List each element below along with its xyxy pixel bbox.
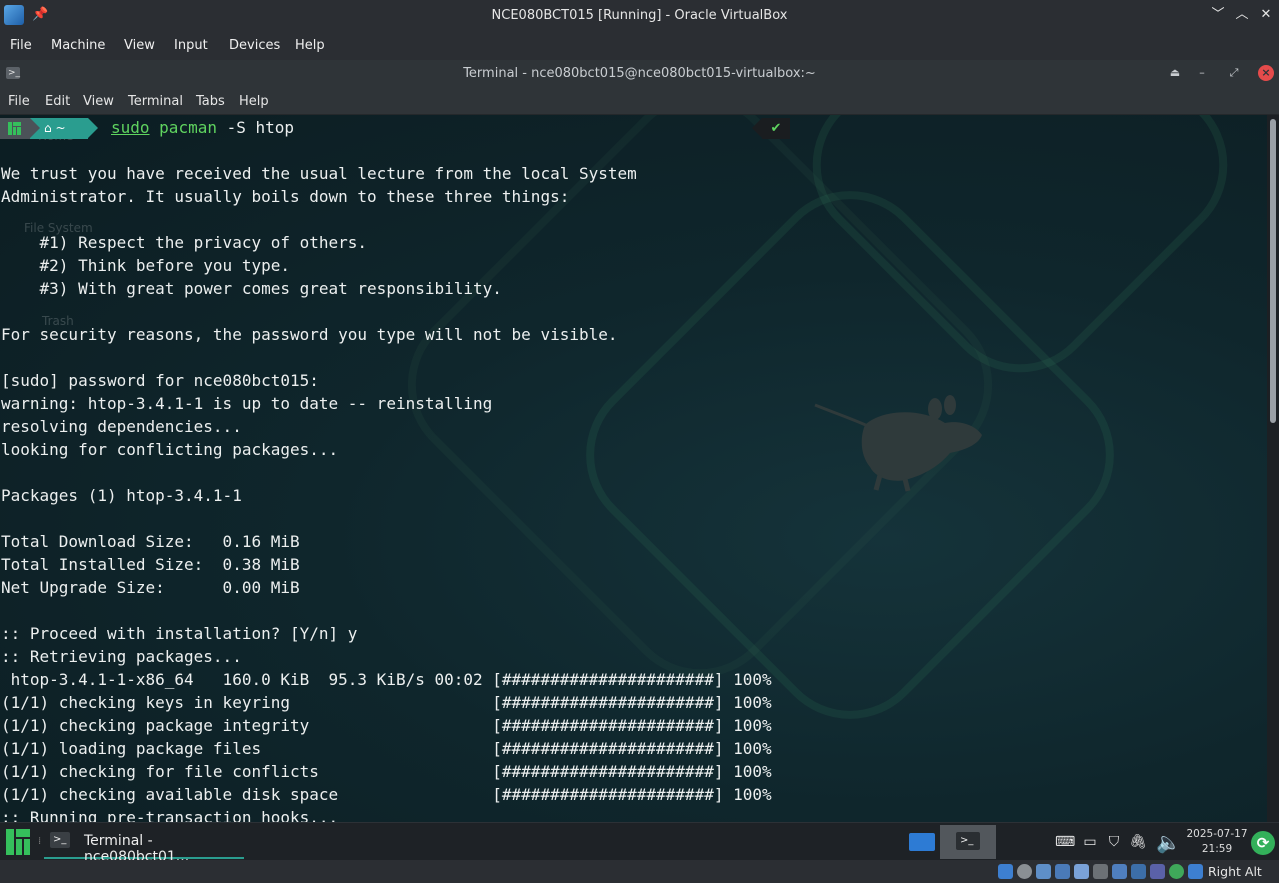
terminal-line: (1/1) loading package files [###########… bbox=[1, 739, 772, 758]
keyboard-capture-icon[interactable] bbox=[1188, 864, 1203, 879]
vbox-menu-view[interactable]: View bbox=[124, 38, 155, 53]
display-icon[interactable] bbox=[1112, 864, 1127, 879]
vbox-status-bar: Right Alt bbox=[0, 860, 1279, 883]
audio-icon[interactable] bbox=[1036, 864, 1051, 879]
vbox-menu-machine[interactable]: Machine bbox=[51, 38, 105, 53]
prompt-separator bbox=[30, 118, 40, 138]
clock-time: 21:59 bbox=[1201, 843, 1233, 855]
terminal-menu-help[interactable]: Help bbox=[239, 94, 269, 109]
terminal-menu-edit[interactable]: Edit bbox=[45, 94, 70, 109]
cpu-icon[interactable] bbox=[1150, 864, 1165, 879]
terminal-line: htop-3.4.1-1-x86_64 160.0 KiB 95.3 KiB/s… bbox=[1, 670, 772, 689]
taskbar-separator: ⁞ bbox=[38, 836, 42, 847]
mouse-integration-icon[interactable] bbox=[1169, 864, 1184, 879]
terminal-menu-terminal[interactable]: Terminal bbox=[128, 94, 183, 109]
vbox-menu-file[interactable]: File bbox=[10, 38, 32, 53]
terminal-menu-file[interactable]: File bbox=[8, 94, 30, 109]
command-args: -S htop bbox=[216, 118, 295, 137]
terminal-line: (1/1) checking keys in keyring [########… bbox=[1, 693, 772, 712]
terminal-line: Net Upgrade Size: 0.00 MiB bbox=[1, 578, 300, 597]
minimize-icon[interactable]: ﹀ bbox=[1209, 6, 1227, 24]
terminal-line: For security reasons, the password you t… bbox=[1, 325, 618, 344]
clock[interactable]: 2025-07-17 21:59 bbox=[1186, 827, 1248, 857]
exit-status-segment: ✔ bbox=[752, 118, 790, 139]
optical-drive-icon[interactable] bbox=[998, 864, 1013, 879]
terminal-line: looking for conflicting packages... bbox=[1, 440, 339, 459]
terminal-line: #1) Respect the privacy of others. bbox=[1, 233, 368, 252]
network-icon[interactable] bbox=[1055, 864, 1070, 879]
clipboard-icon[interactable]: 🖇 bbox=[1128, 832, 1148, 852]
shield-icon[interactable]: ⛉ bbox=[1104, 832, 1124, 852]
vbox-menu-devices[interactable]: Devices bbox=[229, 38, 280, 53]
terminal-line: :: Proceed with installation? [Y/n] y bbox=[1, 624, 358, 643]
terminal-line: [sudo] password for nce080bct015: bbox=[1, 371, 319, 390]
vbox-menu-input[interactable]: Input bbox=[174, 38, 208, 53]
terminal-line: (1/1) checking available disk space [###… bbox=[1, 785, 772, 804]
terminal-icon: >_ bbox=[956, 832, 980, 850]
terminal-icon: >_ bbox=[50, 832, 70, 848]
terminal-menu-view[interactable]: View bbox=[83, 94, 114, 109]
terminal-window-title: Terminal - nce080bct015@nce080bct015-vir… bbox=[463, 66, 816, 81]
status-separator bbox=[752, 118, 762, 138]
taskbar-task-label: Terminal - nce080bct01... bbox=[84, 833, 190, 860]
disk-icon[interactable] bbox=[1017, 864, 1032, 879]
terminal-title-bar: >_ Terminal - nce080bct015@nce080bct015-… bbox=[0, 60, 1279, 88]
terminal-line: Total Installed Size: 0.38 MiB bbox=[1, 555, 300, 574]
guest-display: >_ Terminal - nce080bct015@nce080bct015-… bbox=[0, 60, 1279, 860]
shade-icon[interactable]: ⏏ bbox=[1167, 65, 1183, 81]
manjaro-menu-button[interactable] bbox=[4, 829, 32, 855]
terminal-menu-tabs[interactable]: Tabs bbox=[196, 94, 225, 109]
host-key-label: Right Alt bbox=[1208, 864, 1262, 879]
terminal-line: #3) With great power comes great respons… bbox=[1, 279, 502, 298]
prompt-dir: ~ bbox=[55, 121, 66, 135]
prompt-separator bbox=[88, 118, 98, 138]
workspace-2[interactable]: >_ bbox=[940, 825, 996, 859]
display-tray-icon[interactable]: ▭ bbox=[1080, 832, 1100, 852]
recording-icon[interactable] bbox=[1131, 864, 1146, 879]
command-sudo: sudo bbox=[111, 118, 150, 137]
terminal-line: warning: htop-3.4.1-1 is up to date -- r… bbox=[1, 394, 493, 413]
scrollbar-thumb[interactable] bbox=[1270, 119, 1276, 423]
update-notifier-icon[interactable]: ⟳ bbox=[1251, 831, 1275, 855]
workspace-1[interactable] bbox=[906, 825, 938, 859]
vbox-title-bar: 📌 NCE080BCT015 [Running] - Oracle Virtua… bbox=[0, 0, 1279, 32]
terminal-line: Total Download Size: 0.16 MiB bbox=[1, 532, 300, 551]
manjaro-icon bbox=[8, 122, 21, 135]
xfce-mouse-logo bbox=[814, 395, 982, 492]
terminal-close-icon[interactable]: × bbox=[1258, 65, 1274, 81]
terminal-line: Administrator. It usually boils down to … bbox=[1, 187, 570, 206]
terminal-tray-icon[interactable]: ⌨ bbox=[1055, 832, 1075, 852]
terminal-output[interactable]: Home File System Trash ⌂ ~ sudo pacman -… bbox=[0, 115, 1267, 822]
guest-taskbar: ⁞ >_ Terminal - nce080bct01... >_ ⌨ ▭ ⛉ … bbox=[0, 822, 1279, 860]
check-icon: ✔ bbox=[762, 118, 790, 139]
clock-date: 2025-07-17 bbox=[1186, 828, 1248, 840]
vbox-window-title: NCE080BCT015 [Running] - Oracle VirtualB… bbox=[491, 8, 788, 23]
terminal-line: (1/1) checking for file conflicts [#####… bbox=[1, 762, 772, 781]
vbox-menu-help[interactable]: Help bbox=[295, 38, 325, 53]
terminal-maximize-icon[interactable]: ⤢ bbox=[1226, 65, 1242, 81]
workspace-window-preview bbox=[909, 833, 935, 851]
usb-icon[interactable] bbox=[1074, 864, 1089, 879]
terminal-line: Packages (1) htop-3.4.1-1 bbox=[1, 486, 242, 505]
close-icon[interactable]: ✕ bbox=[1257, 6, 1275, 24]
terminal-line: (1/1) checking package integrity [######… bbox=[1, 716, 772, 735]
terminal-line: :: Running pre-transaction hooks... bbox=[1, 808, 339, 822]
prompt-os-segment bbox=[0, 118, 30, 139]
terminal-line: We trust you have received the usual lec… bbox=[1, 164, 637, 183]
shared-folders-icon[interactable] bbox=[1093, 864, 1108, 879]
terminal-scrollbar[interactable] bbox=[1267, 115, 1279, 822]
terminal-line: :: Retrieving packages... bbox=[1, 647, 242, 666]
terminal-menubar: File Edit View Terminal Tabs Help bbox=[0, 88, 1279, 115]
home-icon: ⌂ bbox=[44, 121, 52, 135]
terminal-line: resolving dependencies... bbox=[1, 417, 242, 436]
command-pacman: pacman bbox=[159, 118, 217, 137]
vbox-menubar: File Machine View Input Devices Help bbox=[0, 32, 1279, 60]
volume-icon[interactable]: 🔈 bbox=[1156, 832, 1181, 852]
terminal-line: #2) Think before you type. bbox=[1, 256, 290, 275]
command-line: sudo pacman -S htop bbox=[111, 116, 294, 139]
taskbar-task-terminal[interactable]: >_ Terminal - nce080bct01... bbox=[44, 825, 244, 860]
terminal-minimize-icon[interactable]: – bbox=[1194, 65, 1210, 81]
maximize-icon[interactable]: ︿ bbox=[1233, 6, 1251, 24]
